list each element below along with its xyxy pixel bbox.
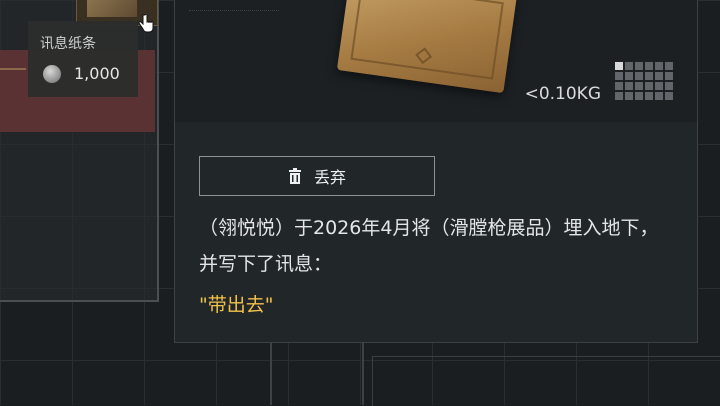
- size-grid-cell: [615, 92, 623, 100]
- size-grid-cell: [635, 92, 643, 100]
- item-preview-area: <0.10KG: [175, 0, 697, 122]
- message-note-image: [336, 0, 518, 94]
- size-grid-cell: [615, 72, 623, 80]
- size-grid-cell: [655, 92, 663, 100]
- size-grid-cell: [635, 82, 643, 90]
- size-grid-cell: [645, 82, 653, 90]
- size-grid-cell: [615, 62, 623, 70]
- hand-cursor-icon: [138, 14, 154, 34]
- size-grid-cell: [615, 82, 623, 90]
- size-grid-cell: [655, 72, 663, 80]
- discard-button[interactable]: 丢弃: [199, 156, 435, 196]
- tooltip-item-price: 1,000: [74, 64, 120, 83]
- size-grid-cell: [625, 62, 633, 70]
- size-grid-cell: [625, 82, 633, 90]
- item-size-grid: [615, 62, 675, 102]
- size-grid-cell: [645, 62, 653, 70]
- size-grid-cell: [625, 92, 633, 100]
- size-grid-cell: [665, 62, 673, 70]
- size-grid-cell: [655, 82, 663, 90]
- slot-edge-marker: [0, 68, 26, 70]
- preview-faint-text: [189, 10, 279, 17]
- trash-icon: [288, 168, 301, 184]
- lower-inventory-frame: [372, 356, 720, 406]
- size-grid-cell: [645, 72, 653, 80]
- tooltip-item-name: 讯息纸条: [40, 36, 96, 52]
- size-grid-cell: [655, 62, 663, 70]
- size-grid-cell: [635, 72, 643, 80]
- discard-label: 丢弃: [313, 168, 346, 187]
- item-message: "带出去": [199, 294, 274, 316]
- size-grid-cell: [645, 92, 653, 100]
- size-grid-cell: [665, 72, 673, 80]
- size-grid-cell: [665, 82, 673, 90]
- frame-divider: [270, 342, 364, 405]
- size-grid-cell: [635, 62, 643, 70]
- size-grid-cell: [625, 72, 633, 80]
- size-grid-cell: [665, 92, 673, 100]
- item-hover-tooltip: 讯息纸条 1,000: [28, 21, 138, 97]
- silver-coin-icon: [43, 65, 61, 83]
- item-description: （翎悦悦）于2026年4月将（滑膛枪展品）埋入地下，并写下了讯息：: [199, 217, 659, 275]
- item-weight: <0.10KG: [524, 84, 601, 104]
- item-detail-panel: <0.10KG 丢弃 （翎悦悦）于2026年4月将（滑膛枪展品）埋入地下，并写下…: [174, 0, 698, 343]
